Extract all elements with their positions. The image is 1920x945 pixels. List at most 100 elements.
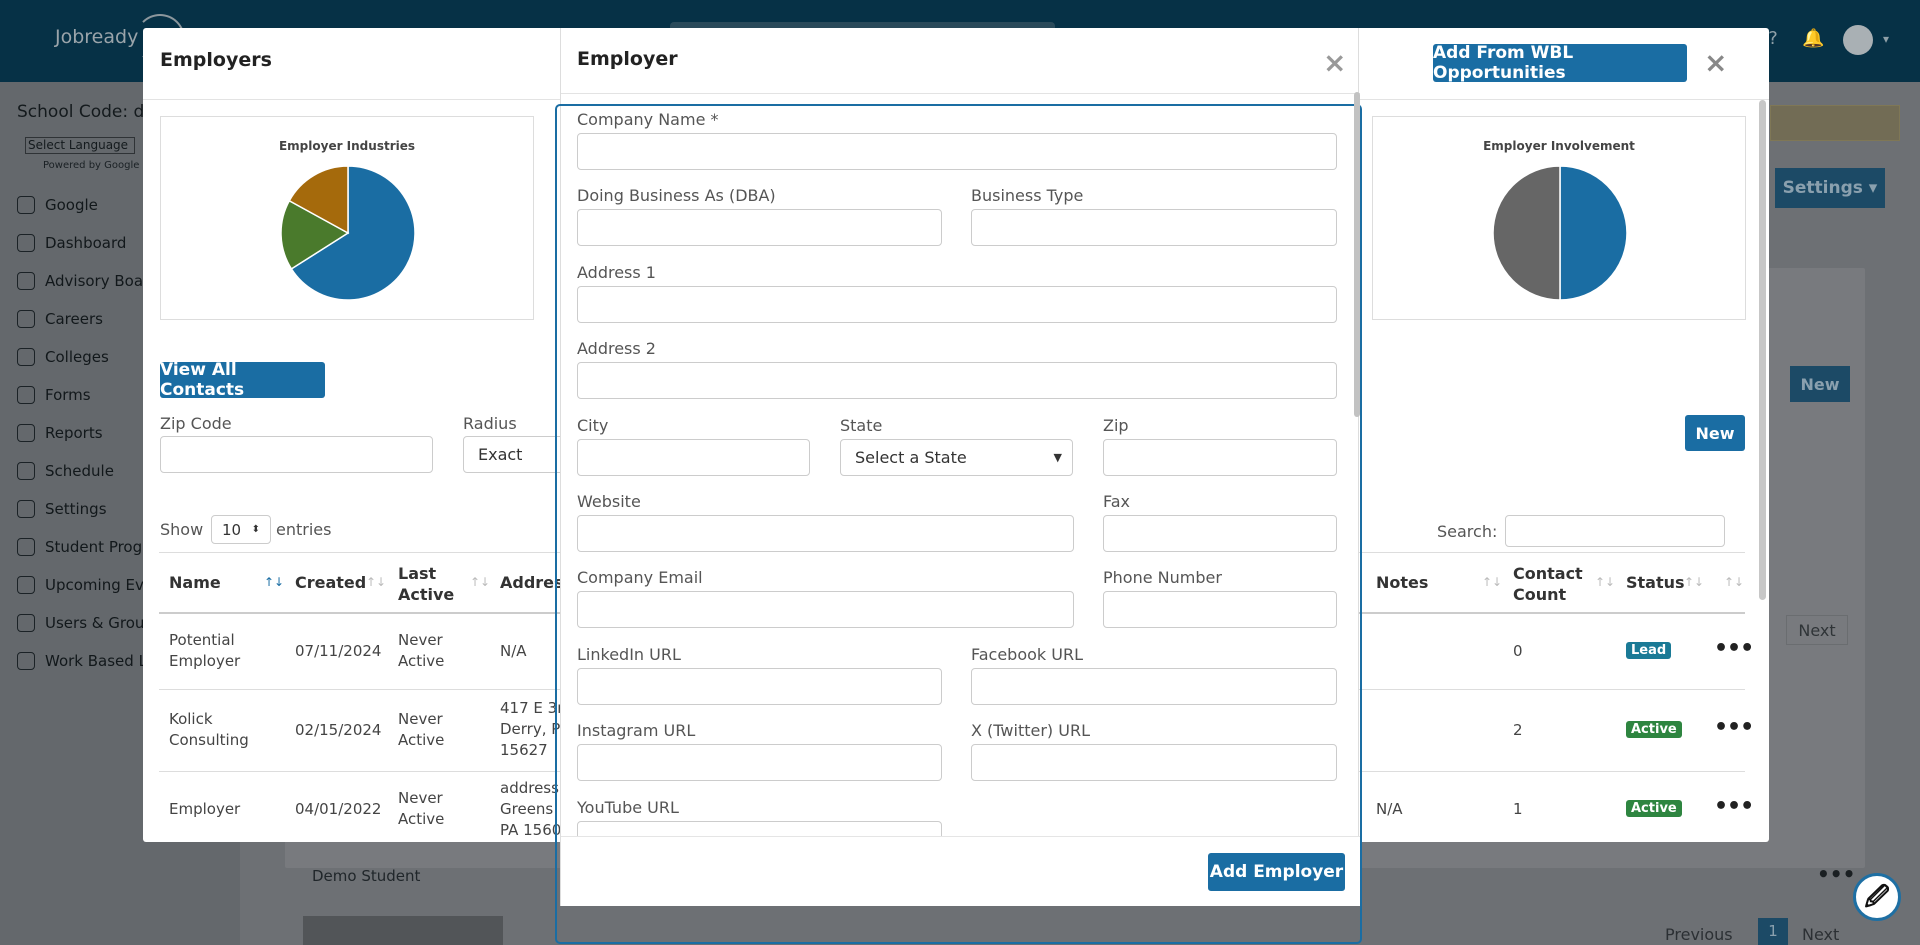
- sidebar-item-student-progress[interactable]: Student Progr: [17, 536, 148, 558]
- help-fab-icon[interactable]: 🖉: [1853, 873, 1901, 921]
- linkedin-input[interactable]: [577, 668, 942, 705]
- sidebar-item-settings[interactable]: Settings: [17, 498, 107, 520]
- phone-input[interactable]: [1103, 591, 1337, 628]
- city-input[interactable]: [577, 439, 810, 476]
- sort-icon[interactable]: ↑↓: [1724, 575, 1744, 589]
- company-email-input[interactable]: [577, 591, 1074, 628]
- sidebar-item-forms[interactable]: Forms: [17, 384, 91, 406]
- language-select[interactable]: Select Language: [25, 137, 135, 154]
- dashboard-icon: [17, 234, 35, 252]
- sort-icon[interactable]: ↑↓: [470, 575, 490, 589]
- sort-icon[interactable]: ↑↓: [1482, 575, 1502, 589]
- employer-form-modal: Employer × Company Name * Doing Business…: [555, 28, 1362, 944]
- bell-icon[interactable]: 🔔: [1802, 28, 1824, 50]
- sidebar-label: Upcoming Eve: [45, 576, 154, 594]
- stepper-icon: ⬍: [251, 524, 260, 535]
- state-label: State: [840, 416, 883, 435]
- facebook-input[interactable]: [971, 668, 1337, 705]
- sidebar-item-google[interactable]: Google: [17, 194, 98, 216]
- sidebar-item-schedule[interactable]: Schedule: [17, 460, 114, 482]
- sidebar-item-colleges[interactable]: Colleges: [17, 346, 109, 368]
- bg-more-icon[interactable]: •••: [1817, 862, 1855, 886]
- col-contact-2: Count: [1513, 585, 1567, 604]
- bg-next-button[interactable]: Next: [1786, 615, 1848, 645]
- search-input[interactable]: [1505, 515, 1725, 547]
- col-status[interactable]: Status: [1626, 573, 1685, 592]
- bg-new-button[interactable]: New: [1790, 366, 1850, 402]
- handshake-icon: [17, 272, 35, 290]
- add-employer-button[interactable]: Add Employer: [1208, 853, 1345, 891]
- sort-icon[interactable]: ↑↓: [1684, 575, 1704, 589]
- instagram-input[interactable]: [577, 744, 942, 781]
- twitter-input[interactable]: [971, 744, 1337, 781]
- bg-page-1[interactable]: 1: [1758, 918, 1788, 945]
- website-input[interactable]: [577, 515, 1074, 552]
- employers-scrollbar[interactable]: [1759, 100, 1766, 600]
- pie-slice[interactable]: [1559, 165, 1628, 301]
- sidebar-item-advisory[interactable]: Advisory Boar: [17, 270, 149, 292]
- sort-icon[interactable]: ↑↓: [1595, 575, 1615, 589]
- employers-close-icon[interactable]: ×: [1704, 46, 1727, 79]
- zip-code-input[interactable]: [160, 436, 433, 473]
- fax-input[interactable]: [1103, 515, 1337, 552]
- phone-label: Phone Number: [1103, 568, 1222, 587]
- bg-export-toolbar[interactable]: [303, 916, 503, 945]
- sort-icon[interactable]: ↑↓: [264, 575, 284, 589]
- col-name[interactable]: Name: [169, 573, 221, 592]
- col-last-active[interactable]: Last Active: [398, 563, 454, 605]
- bg-settings-button[interactable]: Settings ▾: [1775, 168, 1885, 208]
- youtube-label: YouTube URL: [577, 798, 679, 817]
- zip-input[interactable]: [1103, 439, 1337, 476]
- name-line: Employer: [169, 652, 241, 670]
- status-badge: Lead: [1626, 642, 1672, 659]
- pie-slice[interactable]: [1492, 165, 1561, 301]
- new-employer-button[interactable]: New: [1685, 415, 1745, 451]
- col-created[interactable]: Created: [295, 573, 366, 592]
- sidebar-item-dashboard[interactable]: Dashboard: [17, 232, 126, 254]
- bg-previous-button[interactable]: Previous: [1665, 925, 1733, 944]
- chevron-down-icon[interactable]: ▾: [1875, 28, 1897, 50]
- employer-close-icon[interactable]: ×: [1323, 46, 1346, 79]
- company-name-input[interactable]: [577, 133, 1337, 170]
- col-notes[interactable]: Notes: [1376, 573, 1428, 592]
- row-actions-icon[interactable]: •••: [1714, 636, 1754, 661]
- cell-count: 0: [1513, 642, 1523, 660]
- zip-code-label: Zip Code: [160, 414, 232, 433]
- view-all-contacts-button[interactable]: View All Contacts: [160, 360, 325, 400]
- bg-next-button-2[interactable]: Next: [1802, 925, 1839, 944]
- cell-last-active: Never Active: [398, 709, 444, 751]
- business-type-input[interactable]: [971, 209, 1337, 246]
- sidebar-item-careers[interactable]: Careers: [17, 308, 103, 330]
- row-actions-icon[interactable]: •••: [1714, 715, 1754, 740]
- cell-address: N/A: [500, 642, 527, 660]
- employer-form-scrollbar[interactable]: [1354, 92, 1360, 417]
- row-actions-icon[interactable]: •••: [1714, 794, 1754, 819]
- sidebar-item-reports[interactable]: Reports: [17, 422, 103, 444]
- add-from-wbl-button[interactable]: Add From WBL Opportunities: [1433, 43, 1687, 83]
- cell-last-active: Never Active: [398, 630, 444, 672]
- avatar[interactable]: [1843, 25, 1873, 55]
- sidebar-label: Student Progr: [45, 538, 149, 556]
- dba-input[interactable]: [577, 209, 942, 246]
- state-select[interactable]: Select a State ▼: [840, 439, 1073, 476]
- sidebar-label: Schedule: [45, 462, 114, 480]
- sidebar-label: Forms: [45, 386, 91, 404]
- la-line: Active: [398, 810, 445, 828]
- sidebar-item-work-based-learning[interactable]: Work Based Le: [17, 650, 156, 672]
- sort-icon[interactable]: ↑↓: [366, 575, 386, 589]
- name-line: Consulting: [169, 731, 249, 749]
- col-contact-count[interactable]: Contact Count: [1513, 563, 1583, 605]
- address2-input[interactable]: [577, 362, 1337, 399]
- cell-created: 04/01/2022: [295, 800, 382, 818]
- chevron-down-icon: ▼: [1053, 451, 1062, 464]
- cell-name: Kolick Consulting: [169, 709, 249, 751]
- address1-input[interactable]: [577, 286, 1337, 323]
- sidebar-item-upcoming-events[interactable]: Upcoming Eve: [17, 574, 153, 596]
- involvement-chart: Employer Involvement: [1372, 116, 1746, 320]
- entries-select[interactable]: 10 ⬍: [211, 515, 271, 544]
- user-icon: [17, 310, 35, 328]
- document-icon: [17, 386, 35, 404]
- sidebar-item-users-groups[interactable]: Users & Group: [17, 612, 154, 634]
- sidebar-label: Users & Group: [45, 614, 154, 632]
- addr-line: address: [500, 779, 559, 797]
